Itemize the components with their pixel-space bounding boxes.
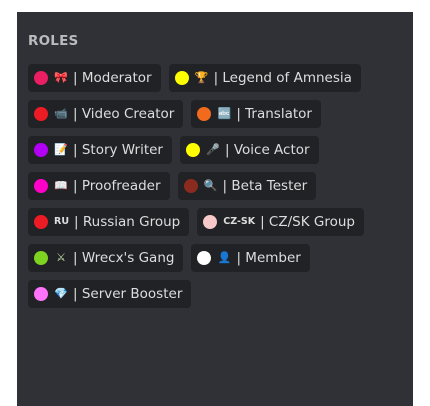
role-color-dot: [34, 215, 48, 229]
role-pill[interactable]: 🔍 | Beta Tester: [177, 172, 317, 200]
trophy-icon: 🏆: [194, 71, 209, 84]
crossed-swords-icon: ⚔: [56, 251, 66, 264]
role-pill[interactable]: 📖 | Proofreader: [28, 172, 170, 200]
role-pill[interactable]: 📹 | Video Creator: [28, 100, 184, 128]
abcd-input-icon: 🔤: [217, 107, 232, 120]
magnifying-glass-icon: 🔍: [203, 179, 218, 192]
role-pill[interactable]: ⚔ | Wrecx's Gang: [28, 244, 184, 272]
role-color-dot: [174, 71, 189, 85]
role-color-dot: [34, 287, 48, 301]
role-label: | Beta Tester: [222, 178, 308, 194]
role-label: | Voice Actor: [225, 142, 310, 158]
role-color-dot: [183, 179, 198, 193]
role-color-dot: [203, 215, 218, 229]
role-pill[interactable]: CZ-SK | CZ/SK Group: [197, 208, 364, 236]
role-pill[interactable]: RU | Russian Group: [28, 208, 190, 236]
role-pill[interactable]: 🏆 | Legend of Amnesia: [168, 64, 361, 92]
role-color-dot: [34, 143, 48, 157]
role-label: | Translator: [236, 106, 312, 122]
role-color-dot: [34, 251, 48, 265]
role-label: | Legend of Amnesia: [213, 70, 352, 86]
ru-tag-icon: RU: [54, 216, 70, 227]
role-label: | Member: [236, 250, 301, 266]
role-pill[interactable]: 📝 | Story Writer: [28, 136, 172, 164]
role-pill[interactable]: 💎 | Server Booster: [28, 280, 192, 308]
bust-silhouette-icon: 👤: [217, 251, 232, 264]
gem-icon: 💎: [54, 287, 68, 300]
memo-icon: 📝: [54, 143, 68, 156]
role-label: | Server Booster: [73, 286, 183, 302]
role-label: | Wrecx's Gang: [73, 250, 175, 266]
role-label: | CZ/SK Group: [260, 214, 355, 230]
role-color-dot: [34, 107, 48, 121]
role-pill[interactable]: 👤 | Member: [191, 244, 310, 272]
role-label: | Russian Group: [74, 214, 181, 230]
video-camera-icon: 📹: [54, 107, 68, 120]
role-pill[interactable]: 🔤 | Translator: [191, 100, 321, 128]
open-book-icon: 📖: [54, 179, 68, 192]
role-color-dot: [34, 71, 48, 85]
role-color-dot: [34, 179, 48, 193]
roles-panel: ROLES 🎀 | Moderator 🏆 | Legend of Amnesia 📹 |…: [17, 12, 413, 406]
roles-list: 🎀 | Moderator 🏆 | Legend of Amnesia 📹 | Video…: [28, 64, 412, 308]
ribbon-icon: 🎀: [54, 71, 68, 84]
role-color-dot: [197, 107, 212, 121]
cz-sk-tag-icon: CZ-SK: [223, 216, 256, 227]
role-pill[interactable]: 🎀 | Moderator: [28, 64, 161, 92]
role-color-dot: [186, 143, 200, 157]
role-pill[interactable]: 🎤 | Voice Actor: [180, 136, 319, 164]
role-label: | Story Writer: [73, 142, 163, 158]
role-color-dot: [197, 251, 212, 265]
role-label: | Video Creator: [73, 106, 175, 122]
microphone-icon: 🎤: [206, 143, 220, 156]
role-label: | Proofreader: [73, 178, 161, 194]
role-label: | Moderator: [73, 70, 152, 86]
section-heading: ROLES: [28, 33, 79, 49]
